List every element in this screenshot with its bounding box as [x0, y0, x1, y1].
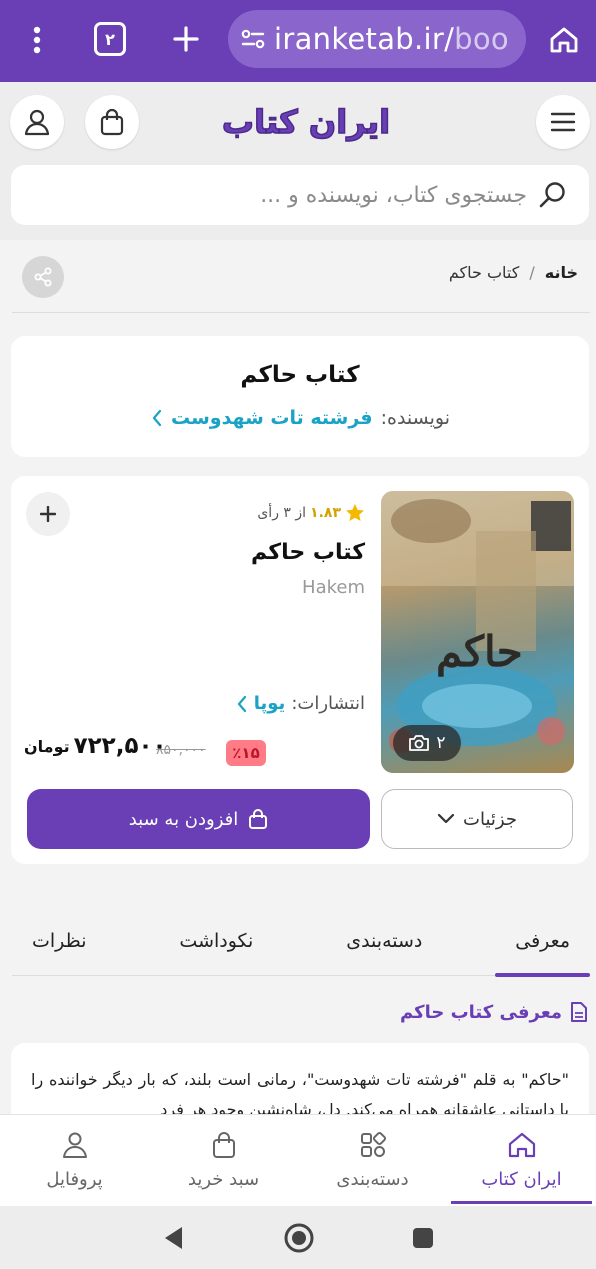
title-card: کتاب حاکم	[11, 336, 589, 457]
site-settings-icon[interactable]	[240, 26, 266, 52]
chevron-left-icon	[152, 409, 162, 427]
discount-badge: ٪۱۵	[226, 740, 266, 766]
system-navigation-bar	[0, 1206, 596, 1269]
nav-label: ایران کتاب	[481, 1169, 562, 1190]
search-icon	[539, 182, 565, 208]
profile-button[interactable]	[10, 95, 64, 149]
currency-label: تومان	[24, 736, 70, 756]
share-button[interactable]	[22, 256, 64, 298]
author-label: نویسنده:	[380, 407, 450, 429]
url-text: iranketab.ir/boo	[274, 22, 509, 56]
home-browser-icon[interactable]	[546, 22, 582, 58]
hamburger-icon	[550, 112, 576, 132]
camera-icon	[409, 735, 430, 751]
recents-icon[interactable]	[411, 1226, 435, 1250]
breadcrumb-separator: /	[529, 263, 535, 282]
address-bar[interactable]: iranketab.ir/boo	[228, 10, 526, 68]
publisher-name-link[interactable]: یوپا	[254, 693, 286, 714]
nav-label: سبد خرید	[187, 1169, 260, 1190]
intro-heading-text: معرفی کتاب حاکم	[399, 1001, 562, 1023]
star-icon	[346, 504, 364, 521]
back-icon[interactable]	[161, 1225, 187, 1251]
cart-icon	[212, 1132, 235, 1158]
product-latin-title: Hakem	[302, 577, 365, 598]
rating-value: ۱.۸۳	[310, 505, 341, 521]
rating-votes: از ۳ رأی	[257, 505, 307, 521]
rating-row: ۱.۸۳ از ۳ رأی	[257, 503, 365, 523]
product-title: کتاب حاکم	[251, 540, 365, 565]
tab-label: نظرات	[32, 930, 87, 952]
category-icon	[360, 1131, 386, 1157]
nav-label: پروفایل	[46, 1169, 103, 1190]
chevron-left-icon	[237, 695, 246, 712]
document-icon	[571, 1002, 587, 1022]
user-icon	[24, 109, 50, 136]
nav-item-categories[interactable]: دسته‌بندی	[298, 1115, 447, 1206]
cart-button[interactable]	[85, 95, 139, 149]
tab-comments[interactable]: نظرات	[12, 912, 107, 976]
menu-button[interactable]	[536, 95, 590, 149]
svg-text:حاکم: حاکم	[436, 627, 523, 677]
breadcrumb-home[interactable]: خانه	[545, 263, 578, 282]
book-title: کتاب حاکم	[240, 362, 360, 388]
chevron-down-icon	[437, 813, 455, 824]
price-value: ۷۲۲,۵۰۰	[73, 733, 167, 759]
tab-label: دسته‌بندی	[346, 930, 423, 952]
tab-intro[interactable]: معرفی	[495, 912, 590, 977]
price: ۷۲۲,۵۰۰ تومان	[24, 733, 167, 759]
url-domain: iranketab.ir/	[274, 22, 455, 56]
tab-count: ۲	[105, 29, 115, 49]
tab-switcher-button[interactable]: ۲	[94, 22, 126, 56]
nav-item-profile[interactable]: پروفایل	[0, 1115, 149, 1206]
publisher-row[interactable]: انتشارات: یوپا	[236, 693, 365, 714]
details-button[interactable]: جزئیات	[381, 789, 573, 849]
breadcrumb: خانه / کتاب حاکم	[449, 263, 578, 282]
photo-count: ۲	[436, 733, 446, 753]
tab-label: نکوداشت	[179, 930, 254, 952]
new-tab-icon[interactable]	[170, 22, 202, 56]
tab-label: معرفی	[515, 930, 570, 952]
logo-text: ایران کتاب	[221, 102, 391, 142]
nav-label: دسته‌بندی	[336, 1169, 409, 1190]
add-to-cart-button[interactable]: افزودن به سبد	[27, 789, 370, 849]
intro-heading: معرفی کتاب حاکم	[400, 1001, 588, 1023]
search-input[interactable]: جستجوی کتاب، نویسنده و ...	[260, 183, 527, 208]
site-logo[interactable]: ایران کتاب	[218, 100, 394, 144]
shopping-bag-icon	[100, 108, 124, 136]
browser-toolbar: ۲ iranketab.ir/boo	[0, 0, 596, 82]
details-label: جزئیات	[463, 808, 517, 830]
plus-icon	[40, 506, 56, 522]
tab-tribute[interactable]: نکوداشت	[159, 912, 273, 976]
divider	[12, 312, 590, 313]
nav-item-cart[interactable]: سبد خرید	[149, 1115, 298, 1206]
bottom-navigation: ایران کتاب دسته‌بندی سبد خرید پروفایل	[0, 1114, 596, 1206]
author-name-link[interactable]: فرشته تات شهدوست	[171, 407, 373, 429]
share-icon	[34, 267, 52, 287]
search-box[interactable]: جستجوی کتاب، نویسنده و ...	[11, 165, 589, 225]
profile-icon	[62, 1132, 87, 1158]
more-options-icon[interactable]	[22, 20, 52, 60]
intro-text-card: "حاکم" به قلم "فرشته تات شهدوست"، رمانی …	[11, 1043, 589, 1123]
shopping-bag-icon	[249, 809, 268, 829]
url-path: boo	[454, 22, 509, 56]
nav-item-home[interactable]: ایران کتاب	[447, 1115, 596, 1206]
product-tabs: معرفی دسته‌بندی نکوداشت نظرات	[12, 912, 590, 977]
publisher-label: انتشارات:	[291, 693, 365, 714]
home-circle-icon[interactable]	[283, 1222, 315, 1254]
add-to-list-button[interactable]	[26, 492, 70, 536]
author-row[interactable]: نویسنده: فرشته تات شهدوست	[151, 407, 450, 429]
tab-category[interactable]: دسته‌بندی	[326, 912, 442, 976]
home-icon	[508, 1132, 535, 1158]
photo-gallery-badge[interactable]: ۲	[393, 725, 461, 761]
add-to-cart-label: افزودن به سبد	[128, 808, 239, 830]
breadcrumb-current: کتاب حاکم	[448, 263, 520, 282]
